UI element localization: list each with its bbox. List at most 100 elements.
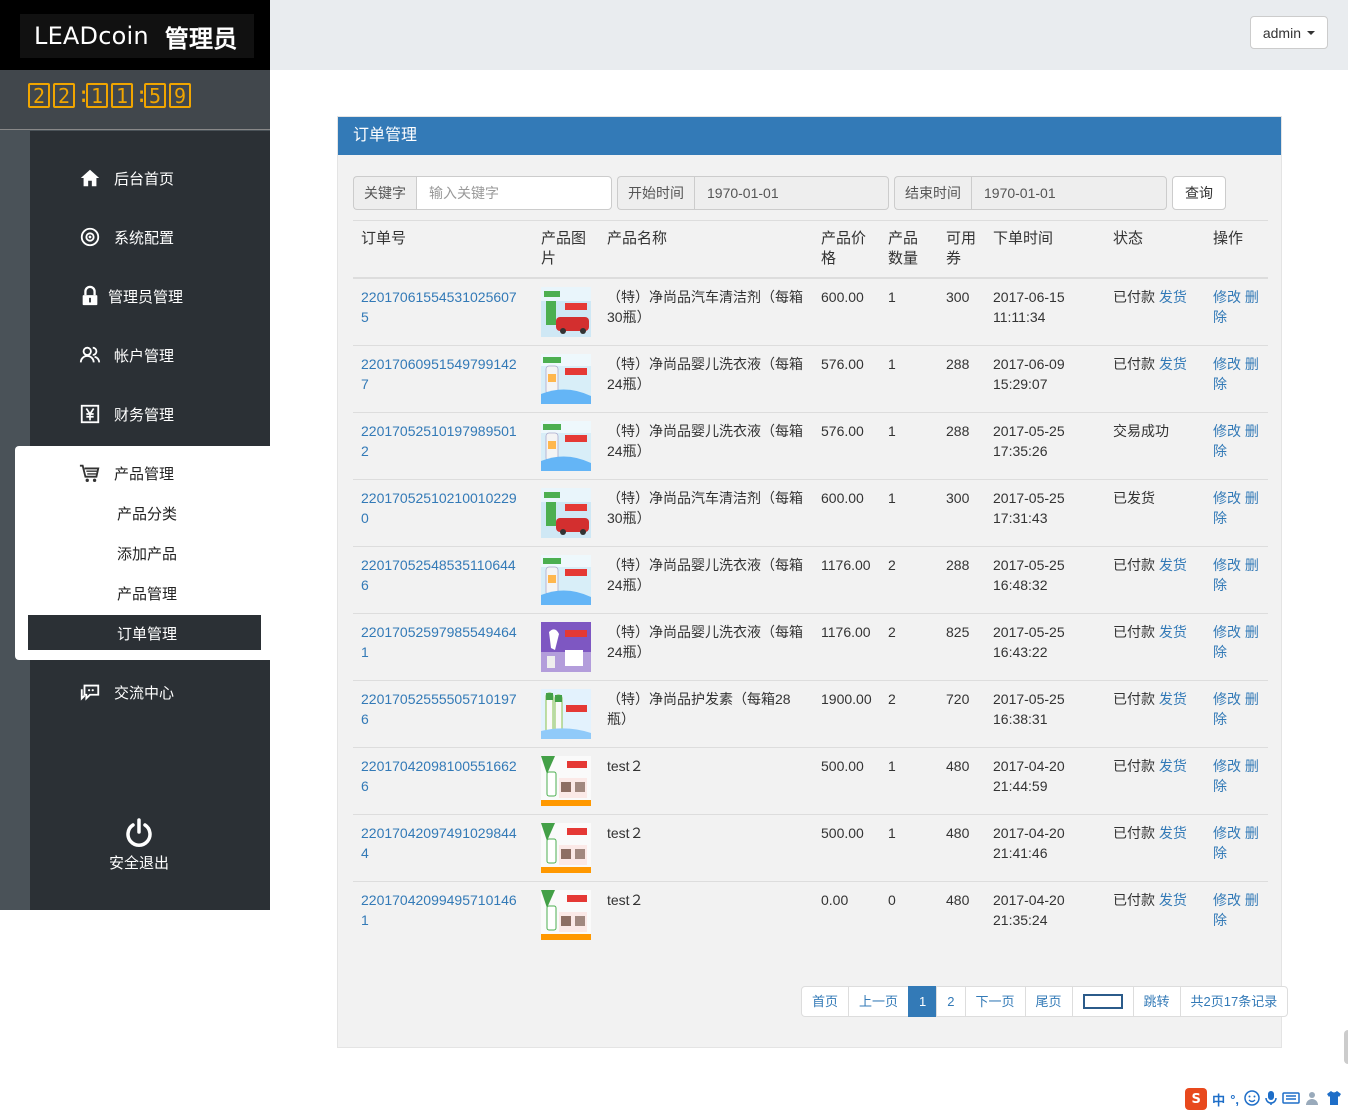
end-date-label: 结束时间 [894,176,971,210]
user-icon[interactable] [1305,1090,1321,1109]
keyword-input[interactable]: 输入关键字 [416,176,612,210]
sidebar-item-label: 帐户管理 [114,347,175,365]
ship-link[interactable]: 发货 [1159,892,1187,908]
product-qty: 1 [880,813,938,881]
start-date-input[interactable]: 1970-01-01 [694,176,889,210]
ship-link[interactable]: 发货 [1159,624,1187,640]
order-date: 2017-06-15 [993,289,1065,305]
ship-link[interactable]: 发货 [1159,758,1187,774]
edit-link[interactable]: 修改 [1213,423,1241,439]
start-date-group: 开始时间 1970-01-01 [617,176,889,210]
sidebar-subitem-orders[interactable]: 订单管理 [28,615,261,650]
coupon-count: 288 [938,545,985,613]
keyboard-icon[interactable] [1282,1091,1300,1108]
order-time: 16:38:31 [993,710,1048,727]
product-price: 576.00 [813,344,880,412]
microphone-icon[interactable] [1265,1090,1277,1109]
header-order-time: 下单时间 [985,220,1105,278]
sidebar-subitem-add-product[interactable]: 添加产品 [117,543,177,564]
sidebar-item-home[interactable]: 后台首页 [78,166,174,190]
sidebar-item-products[interactable]: 产品管理 [78,461,174,485]
order-number-link[interactable]: 22017052510197989501 2 [361,423,517,459]
query-button[interactable]: 查询 [1172,176,1226,210]
edit-link[interactable]: 修改 [1213,289,1241,305]
ship-link[interactable]: 发货 [1159,356,1187,372]
page-1[interactable]: 1 [908,986,938,1017]
sidebar-item-finance[interactable]: 财务管理 [78,402,174,426]
product-thumbnail [541,554,591,605]
page-2[interactable]: 2 [936,986,966,1017]
product-thumbnail [541,287,591,337]
clock-separator: : [77,82,91,108]
product-price: 600.00 [813,478,880,546]
page-jump-input[interactable] [1071,986,1134,1017]
skin-icon[interactable] [1326,1090,1342,1109]
order-number-link[interactable]: 22017061554531025607 5 [361,289,517,325]
header-status: 状态 [1105,220,1205,278]
edit-link[interactable]: 修改 [1213,557,1241,573]
product-thumbnail [541,822,591,873]
order-status: 已付款 [1113,824,1155,841]
order-number-link[interactable]: 22017042098100551662 6 [361,758,517,794]
ime-lang-toggle[interactable]: 中 [1212,1090,1225,1109]
edit-link[interactable]: 修改 [1213,892,1241,908]
edit-link[interactable]: 修改 [1213,758,1241,774]
table-header-row: 订单号 产品图片 产品名称 产品价格 产品数量 可用券 下单时间 状态 操作 [353,220,1268,278]
order-number-link[interactable]: 22017052597985549464 1 [361,624,517,660]
chat-icon [78,680,102,704]
order-number-link[interactable]: 22017052555505710197 6 [361,691,517,727]
edit-link[interactable]: 修改 [1213,490,1241,506]
page-next[interactable]: 下一页 [964,986,1026,1017]
order-time: 11:11:34 [993,309,1046,325]
order-time: 21:41:46 [993,844,1048,861]
edit-link[interactable]: 修改 [1213,624,1241,640]
clock-digit: 2 [53,83,75,108]
order-time: 17:35:26 [993,442,1048,459]
sidebar-subitem-category[interactable]: 产品分类 [117,503,177,524]
user-menu-button[interactable]: admin [1249,16,1328,49]
page-first[interactable]: 首页 [801,986,850,1017]
order-time: 21:44:59 [993,777,1048,794]
sidebar-item-admin[interactable]: 管理员管理 [78,284,183,308]
edge-handle[interactable] [1344,1030,1348,1064]
edit-link[interactable]: 修改 [1213,691,1241,707]
order-time: 21:35:24 [993,911,1048,928]
sidebar-item-accounts[interactable]: 帐户管理 [78,343,174,367]
page-last[interactable]: 尾页 [1024,986,1073,1017]
sidebar-item-label: 管理员管理 [108,288,184,306]
order-number-link[interactable]: 22017042099495710146 1 [361,892,517,928]
order-number-link[interactable]: 22017052548535110644 6 [361,557,516,593]
order-status: 已付款 [1113,690,1155,707]
brand-logo[interactable]: LEADcoin 管理员 [20,14,254,58]
order-number-link[interactable]: 22017052510210010229 0 [361,490,517,526]
product-price: 500.00 [813,746,880,814]
product-thumbnail [541,420,591,471]
pagination: 首页 上一页 1 2 下一页 尾页 跳转 共2页17条记录 [801,986,1289,1017]
page-jump-button[interactable]: 跳转 [1132,986,1181,1017]
order-time: 17:31:43 [993,509,1048,526]
order-date: 2017-05-25 [993,623,1065,640]
order-status: 已发货 [1113,489,1155,506]
ime-logo[interactable]: S [1185,1088,1208,1110]
ship-link[interactable]: 发货 [1159,289,1187,305]
ime-punct-toggle[interactable]: °, [1230,1092,1239,1107]
ship-link[interactable]: 发货 [1159,557,1187,573]
product-price: 600.00 [813,277,880,345]
emoji-icon[interactable] [1244,1089,1260,1109]
product-thumbnail [541,889,591,940]
product-price: 500.00 [813,813,880,881]
order-number-link[interactable]: 22017060951549799142 7 [361,356,517,392]
sidebar-item-chat[interactable]: 交流中心 [78,680,174,704]
sidebar-item-system-config[interactable]: 系统配置 [78,225,174,249]
sidebar-subitem-product-list[interactable]: 产品管理 [117,583,177,604]
edit-link[interactable]: 修改 [1213,825,1241,841]
edit-link[interactable]: 修改 [1213,356,1241,372]
end-date-input[interactable]: 1970-01-01 [971,176,1167,210]
order-number-link[interactable]: 22017042097491029844 4 [361,825,517,861]
ship-link[interactable]: 发货 [1159,691,1187,707]
table-row: 22017052597985549464 1 （特）净尚品婴儿洗衣液（每箱24瓶）… [353,612,1268,680]
page-prev[interactable]: 上一页 [848,986,910,1017]
ship-link[interactable]: 发货 [1159,825,1187,841]
table-row: 22017042099495710146 1 test２ 0.00 0 480 2017-… [353,880,1268,948]
logout-button[interactable]: 安全退出 [109,818,169,873]
